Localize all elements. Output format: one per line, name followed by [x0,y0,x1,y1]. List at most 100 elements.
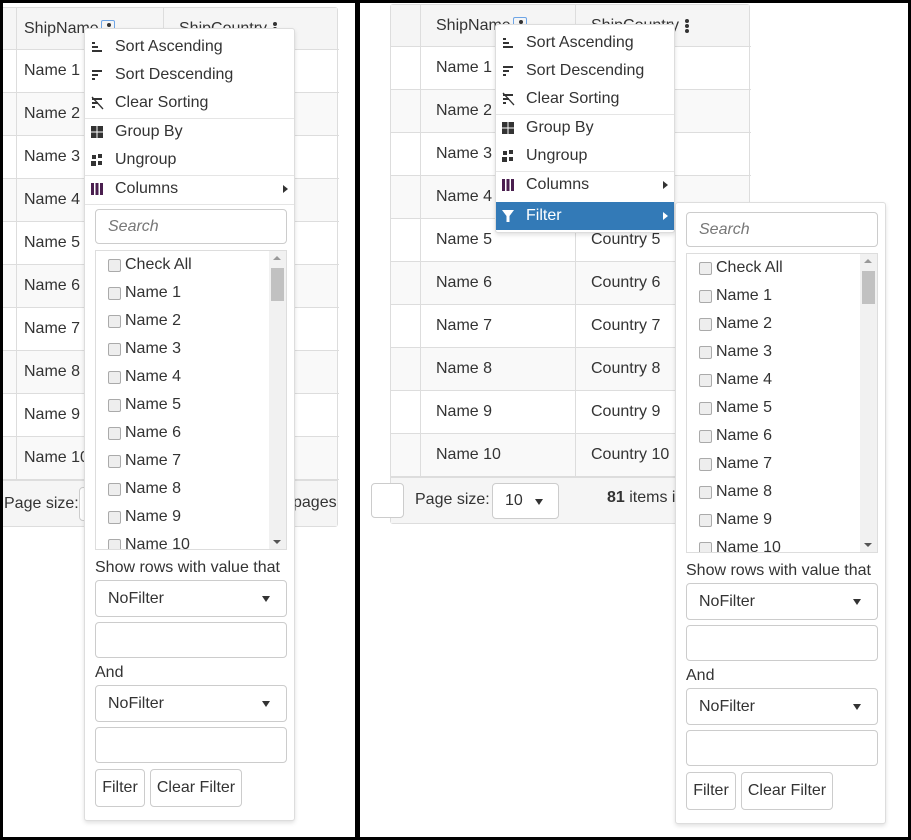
check-all-checkbox[interactable]: Check All [108,255,192,275]
menu-item-clear-sorting[interactable]: Clear Sorting [85,89,294,117]
ungroup-icon [502,150,513,162]
pages-text: pages [293,494,337,511]
operator-select-1[interactable]: NoFilter [95,580,287,617]
filter-value-checkbox[interactable]: Name 8 [108,479,181,499]
logic-label: And [95,664,124,681]
list-scrollbar[interactable] [269,251,286,549]
filter-value-checkbox[interactable]: Name 2 [108,311,181,331]
right-screenshot-panel: ShipName ShipCountry Name 1 Country 1 Na… [360,3,908,837]
menu-item-group-by[interactable]: Group By [85,118,294,146]
filter-value-checkbox[interactable]: Name 9 [108,507,181,527]
sort-descending-icon [503,66,513,76]
menu-item-sort-descending[interactable]: Sort Descending [496,57,674,85]
filter-value-checkbox[interactable]: Name 5 [699,398,772,418]
menu-item-filter[interactable]: Filter [496,202,674,230]
sort-descending-icon [92,70,102,80]
filter-value-input-1[interactable] [686,625,878,661]
clear-sorting-icon [502,92,515,106]
filter-value-checkbox[interactable]: Name 10 [108,535,190,549]
checkbox[interactable] [699,373,712,387]
filter-value-checkbox[interactable]: Name 6 [108,423,181,443]
filter-values-list: Check All Name 1 Name 2 Name 3 Name 4 Name 5 N… [95,250,287,550]
filter-submenu: Search Check All Name 1 Name 2 Name 3 Name 4 N… [675,202,886,824]
checkbox[interactable] [108,454,121,468]
filter-value-checkbox[interactable]: Name 4 [108,367,181,387]
checkbox[interactable] [699,485,712,499]
filter-value-checkbox[interactable]: Name 4 [699,370,772,390]
checkbox[interactable] [699,401,712,415]
logic-label: And [686,667,715,684]
checkbox[interactable] [699,429,712,443]
checkbox[interactable] [108,258,121,272]
menu-item-ungroup[interactable]: Ungroup [85,146,294,174]
checkbox[interactable] [699,541,712,552]
checkbox[interactable] [108,314,121,328]
filter-value-checkbox[interactable]: Name 1 [108,283,181,303]
filter-button[interactable]: Filter [686,772,736,810]
columns-icon [502,179,514,191]
checkbox[interactable] [699,317,712,331]
filter-value-checkbox[interactable]: Name 7 [108,451,181,471]
dropdown-arrow-icon [535,499,543,505]
checkbox[interactable] [108,398,121,412]
column-menu: Sort Ascending Sort Descending Clear Sorti… [495,24,675,233]
group-by-icon [502,122,514,134]
checkbox[interactable] [699,513,712,527]
filter-value-checkbox[interactable]: Name 1 [699,286,772,306]
column-menu-button[interactable] [685,18,690,34]
checkbox[interactable] [108,286,121,300]
filter-value-input-2[interactable] [686,730,878,766]
filter-search-input[interactable]: Search [686,212,878,247]
menu-item-sort-ascending[interactable]: Sort Ascending [496,29,674,57]
page-size-select[interactable]: 10 [492,483,559,519]
page-number-input[interactable] [371,483,404,518]
filter-value-checkbox[interactable]: Name 3 [699,342,772,362]
operator-select-1[interactable]: NoFilter [686,583,878,620]
group-by-icon [91,126,103,138]
clear-filter-button[interactable]: Clear Filter [150,769,242,807]
operator-select-2[interactable]: NoFilter [95,685,287,722]
filter-value-checkbox[interactable]: Name 2 [699,314,772,334]
menu-item-columns[interactable]: Columns [496,171,674,199]
filter-value-checkbox[interactable]: Name 10 [699,538,781,552]
filter-value-checkbox[interactable]: Name 6 [699,426,772,446]
menu-item-sort-ascending[interactable]: Sort Ascending [85,33,294,61]
filter-value-input-2[interactable] [95,727,287,763]
filter-value-checkbox[interactable]: Name 7 [699,454,772,474]
filter-values-list: Check All Name 1 Name 2 Name 3 Name 4 Name 5 N… [686,253,878,553]
checkbox[interactable] [108,538,121,549]
checkbox[interactable] [108,510,121,524]
dropdown-arrow-icon [853,599,861,605]
cell-ship-name: Name 9 [421,391,576,434]
dropdown-arrow-icon [262,596,270,602]
checkbox[interactable] [699,261,712,275]
menu-item-ungroup[interactable]: Ungroup [496,142,674,170]
checkbox[interactable] [699,289,712,303]
operator-select-2[interactable]: NoFilter [686,688,878,725]
submenu-arrow-icon [283,185,288,193]
filter-value-checkbox[interactable]: Name 9 [699,510,772,530]
checkbox[interactable] [108,370,121,384]
menu-item-group-by[interactable]: Group By [496,114,674,142]
filter-value-checkbox[interactable]: Name 3 [108,339,181,359]
items-count: 81 items i [607,489,676,506]
filter-button[interactable]: Filter [95,769,145,807]
menu-item-columns[interactable]: Columns [85,175,294,203]
checkbox[interactable] [108,342,121,356]
list-scrollbar[interactable] [860,254,877,552]
filter-search-input[interactable]: Search [95,209,287,244]
left-screenshot-panel: ShipName ShipCountry Name 1 Country 1 Na… [3,3,355,837]
dropdown-arrow-icon [262,701,270,707]
clear-filter-button[interactable]: Clear Filter [741,772,833,810]
filter-value-input-1[interactable] [95,622,287,658]
menu-item-sort-descending[interactable]: Sort Descending [85,61,294,89]
checkbox[interactable] [699,345,712,359]
cell-ship-name: Name 10 [421,434,576,477]
checkbox[interactable] [108,426,121,440]
check-all-checkbox[interactable]: Check All [699,258,783,278]
filter-value-checkbox[interactable]: Name 5 [108,395,181,415]
menu-item-clear-sorting[interactable]: Clear Sorting [496,85,674,113]
filter-value-checkbox[interactable]: Name 8 [699,482,772,502]
checkbox[interactable] [699,457,712,471]
checkbox[interactable] [108,482,121,496]
